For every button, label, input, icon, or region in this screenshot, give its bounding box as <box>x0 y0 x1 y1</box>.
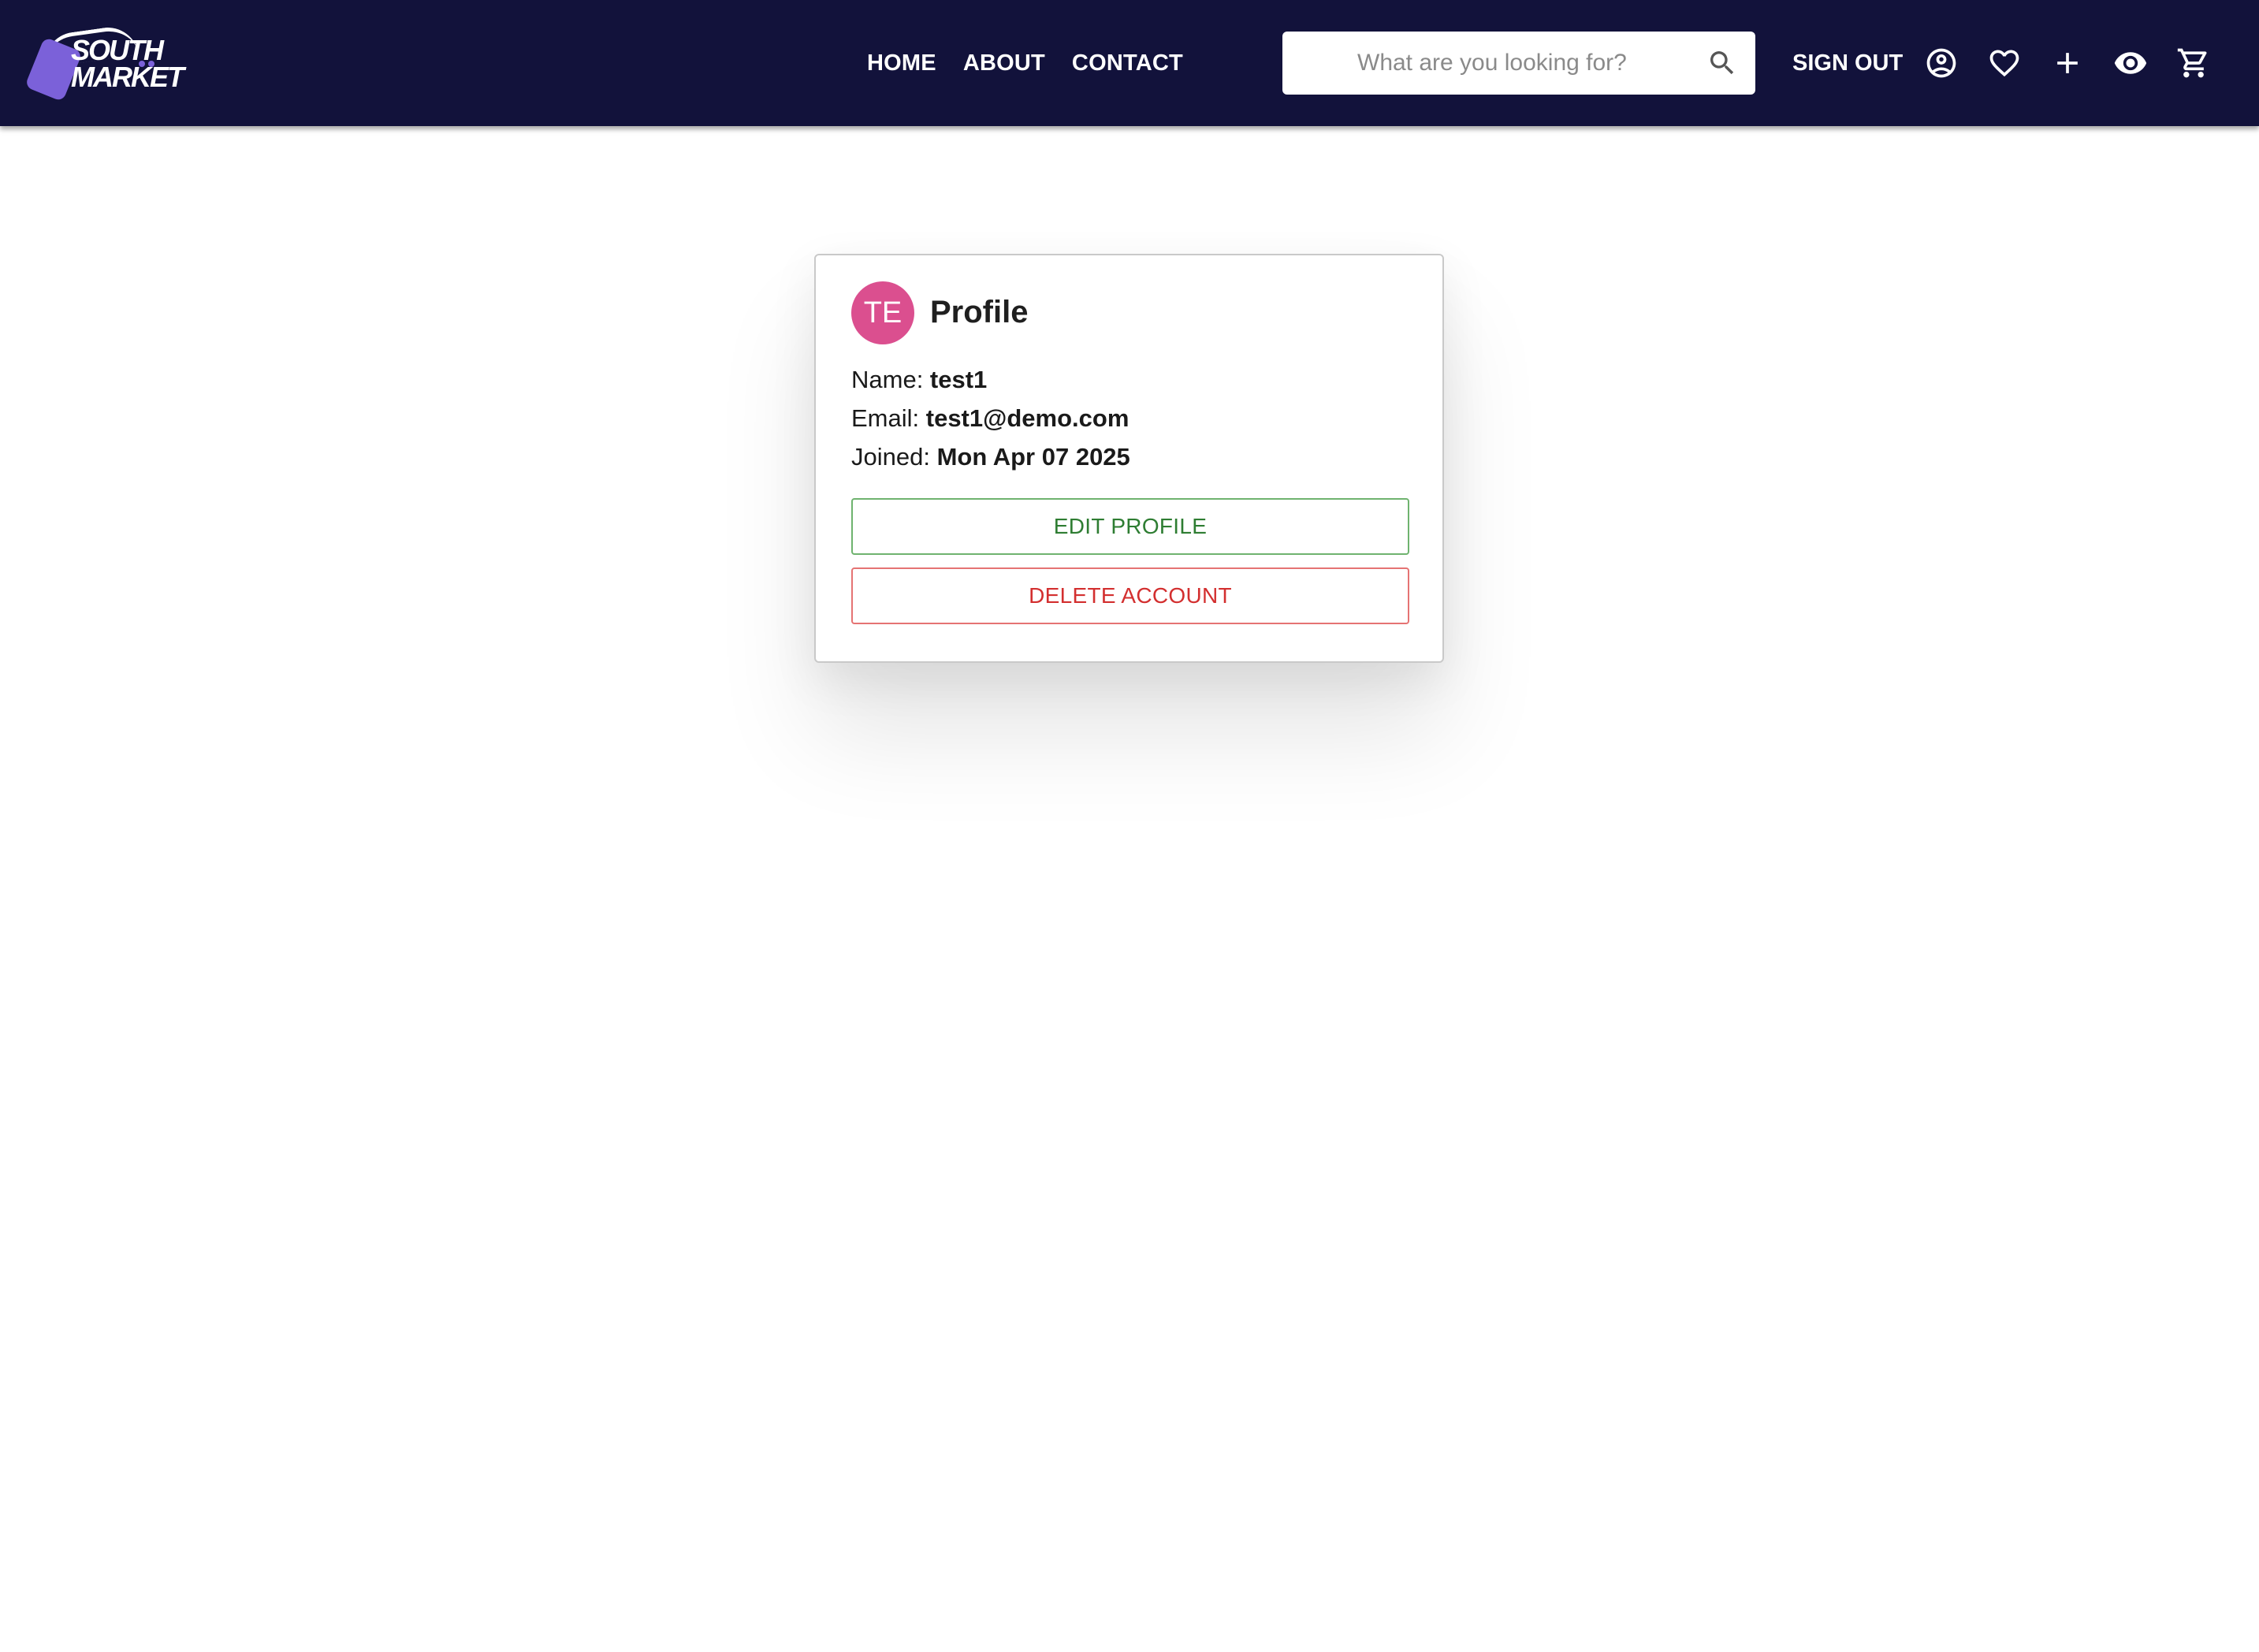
account-circle-icon[interactable] <box>1924 46 1959 80</box>
search-box <box>1282 32 1755 95</box>
profile-email-row: Email: test1@demo.com <box>851 404 1129 433</box>
logo-text-line2: MARKET <box>71 61 184 93</box>
sign-out-link[interactable]: SIGN OUT <box>1792 0 1903 126</box>
delete-account-button[interactable]: DELETE ACCOUNT <box>851 567 1409 624</box>
name-label: Name: <box>851 366 930 393</box>
cart-icon[interactable] <box>2176 46 2211 80</box>
logo-cart-dots <box>139 57 159 67</box>
profile-joined-row: Joined: Mon Apr 07 2025 <box>851 443 1130 471</box>
avatar: TE <box>851 281 914 344</box>
profile-card: TE Profile Name: test1 Email: test1@demo… <box>814 254 1444 663</box>
joined-label: Joined: <box>851 443 937 471</box>
edit-profile-button[interactable]: EDIT PROFILE <box>851 498 1409 555</box>
profile-title: Profile <box>930 295 1029 329</box>
south-market-logo[interactable]: SOUTH MARKET <box>24 23 184 102</box>
top-navbar: SOUTH MARKET HOME ABOUT CONTACT SIGN OUT <box>0 0 2259 126</box>
nav-about-link[interactable]: ABOUT <box>963 50 1045 76</box>
plus-icon[interactable] <box>2050 46 2085 80</box>
nav-contact-link[interactable]: CONTACT <box>1072 50 1183 76</box>
nav-home-link[interactable]: HOME <box>867 50 936 76</box>
heart-icon[interactable] <box>1987 46 2022 80</box>
search-icon[interactable] <box>1706 47 1738 79</box>
joined-value: Mon Apr 07 2025 <box>936 443 1130 471</box>
email-label: Email: <box>851 404 926 432</box>
search-input[interactable] <box>1357 46 1688 80</box>
main-nav: HOME ABOUT CONTACT <box>867 0 1183 126</box>
email-value: test1@demo.com <box>925 404 1130 432</box>
name-value: test1 <box>929 366 988 393</box>
profile-name-row: Name: test1 <box>851 366 987 394</box>
eye-icon[interactable] <box>2113 46 2148 80</box>
